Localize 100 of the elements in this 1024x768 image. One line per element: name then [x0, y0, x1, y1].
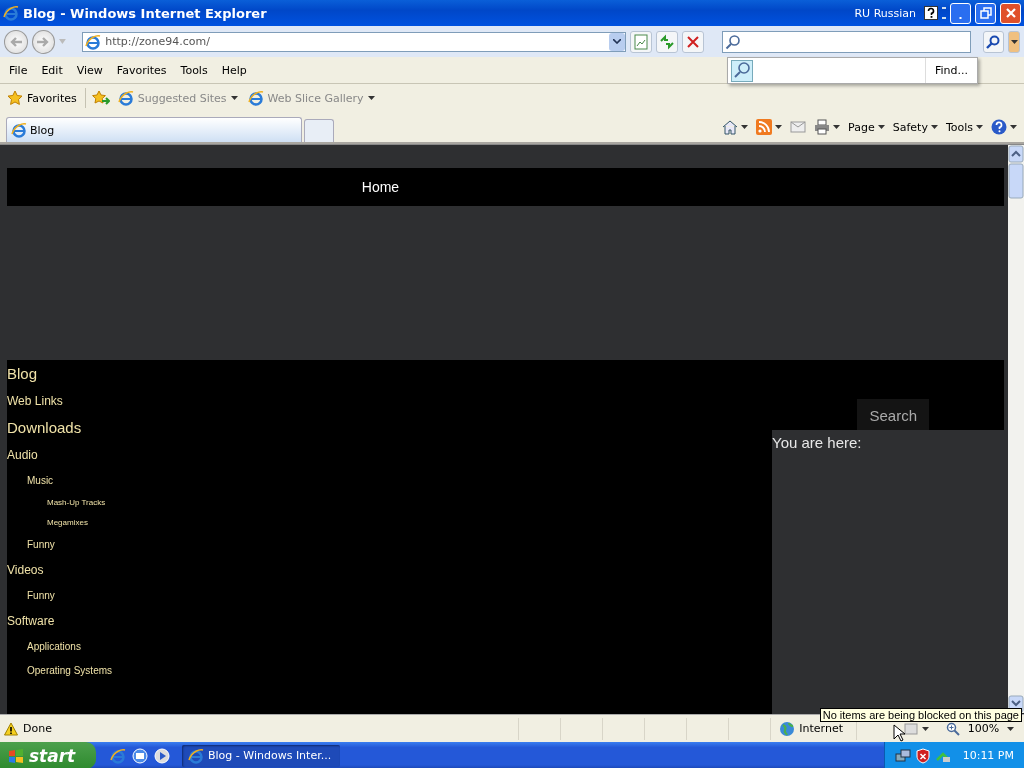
- sidebar-link[interactable]: Funny: [27, 538, 55, 550]
- house-icon: [722, 119, 739, 135]
- sidebar-link[interactable]: Applications: [27, 640, 81, 652]
- sidebar-link[interactable]: Videos: [7, 562, 44, 577]
- scrollbar[interactable]: [1008, 145, 1024, 713]
- favorites-button[interactable]: Favorites: [5, 88, 79, 108]
- help-icon[interactable]: [924, 6, 938, 20]
- nav-link[interactable]: Home: [357, 168, 404, 206]
- zoom-button[interactable]: 100%: [940, 721, 1020, 736]
- caret-icon: [877, 125, 885, 129]
- sidebar-link[interactable]: Software: [7, 613, 55, 628]
- feeds-button[interactable]: [755, 118, 784, 136]
- sidebar-link[interactable]: Music: [27, 474, 54, 486]
- warning-icon: [4, 721, 18, 736]
- url-text: http://zone94.com/: [105, 35, 211, 48]
- sidebar-heading-link[interactable]: Downloads: [7, 419, 82, 436]
- caret-icon: [367, 96, 375, 100]
- network-icon[interactable]: [894, 747, 911, 764]
- search-icon: [724, 33, 741, 50]
- chevron-down-icon: [613, 39, 622, 44]
- caret-icon: [775, 125, 783, 129]
- windows-flag-icon: [8, 747, 24, 764]
- status-text: Done: [23, 722, 52, 735]
- sidebar-link[interactable]: Audio: [7, 447, 38, 462]
- browser-launch-icon[interactable]: [110, 747, 126, 764]
- restore-button[interactable]: [975, 2, 996, 24]
- taskbar-window-button[interactable]: Blog - Windows Inter...: [182, 744, 340, 767]
- page-icon: [247, 90, 264, 106]
- search-icon[interactable]: [731, 59, 753, 82]
- globe-icon: [779, 720, 796, 737]
- command-menu-button[interactable]: Page: [847, 119, 886, 135]
- start-button[interactable]: start: [0, 742, 96, 768]
- caret-icon: [741, 125, 749, 129]
- command-menu-button[interactable]: Tools: [944, 119, 984, 135]
- address-dropdown-button[interactable]: [609, 32, 626, 51]
- menu-item[interactable]: View: [69, 61, 110, 79]
- command-menu-button[interactable]: Safety: [891, 119, 939, 135]
- add-to-favorites-bar-icon[interactable]: [91, 90, 110, 106]
- security-zone-label: Internet: [799, 722, 843, 735]
- help-icon: [991, 119, 1007, 135]
- browser-tab[interactable]: Blog: [6, 117, 302, 142]
- home-button[interactable]: [721, 118, 750, 136]
- restore-icon: [977, 5, 994, 21]
- search-button[interactable]: [982, 30, 1005, 53]
- language-indicator[interactable]: RU Russian: [854, 6, 916, 20]
- media-player-icon[interactable]: [154, 747, 170, 764]
- popup-blocker-icon: [904, 721, 918, 736]
- sidebar-link[interactable]: Megamixes: [47, 517, 88, 527]
- caret-icon: [930, 125, 938, 129]
- sidebar-link[interactable]: Web Links: [7, 393, 63, 408]
- caret-icon: [922, 726, 929, 731]
- menu-item[interactable]: Favorites: [109, 61, 174, 79]
- search-options-button[interactable]: [1008, 30, 1021, 53]
- caret-icon: [976, 125, 983, 129]
- print-button[interactable]: [813, 118, 842, 136]
- rss-icon: [756, 119, 773, 135]
- mail-app-icon[interactable]: [132, 747, 148, 764]
- caret-icon: [230, 96, 238, 100]
- minimize-icon: [957, 16, 964, 19]
- magnifier-plus-icon: [946, 721, 960, 736]
- menu-item[interactable]: Edit: [34, 61, 70, 79]
- mouse-cursor-icon: [893, 724, 905, 742]
- arrow-right-icon: [36, 35, 51, 48]
- sidebar-link[interactable]: Operating Systems: [27, 664, 113, 676]
- window-title: Blog - Windows Internet Explorer: [23, 5, 268, 21]
- printer-icon: [814, 119, 831, 135]
- caret-icon: [1010, 125, 1017, 129]
- sidebar-link[interactable]: Mash-Up Tracks: [47, 497, 106, 507]
- close-button[interactable]: [1000, 2, 1021, 24]
- caret-icon: [1010, 39, 1018, 44]
- star-icon: [7, 90, 23, 106]
- page-icon: [117, 90, 134, 106]
- refresh-arrows-icon: [658, 33, 675, 50]
- help-button[interactable]: [990, 118, 1018, 136]
- ie-logo-icon: [3, 5, 19, 21]
- menu-item[interactable]: File: [2, 61, 35, 79]
- search-field[interactable]: [721, 30, 971, 53]
- search-button[interactable]: Search: [857, 399, 929, 430]
- address-field[interactable]: http://zone94.com/: [82, 31, 627, 52]
- caret-icon: [1007, 726, 1014, 731]
- minimize-button[interactable]: [950, 2, 971, 24]
- tooltip: No items are being blocked on this page: [819, 708, 1022, 722]
- page-icon: [85, 33, 102, 50]
- breadcrumb-label: You are here:: [772, 433, 862, 451]
- envelope-icon: [790, 119, 807, 135]
- caret-icon: [833, 125, 841, 129]
- security-shield-icon[interactable]: [914, 747, 931, 764]
- menu-item[interactable]: Tools: [173, 61, 215, 79]
- refresh-button[interactable]: [656, 30, 678, 53]
- compatibility-icon: [633, 33, 650, 50]
- clock: 10:11 PM: [962, 749, 1014, 762]
- search-icon: [986, 34, 1001, 49]
- sidebar-link[interactable]: Funny: [27, 589, 55, 601]
- stop-icon: [684, 33, 701, 50]
- browser-icon: [188, 747, 204, 764]
- menu-item[interactable]: Help: [214, 61, 254, 79]
- tab-page-icon: [11, 122, 27, 138]
- find-button[interactable]: Find...: [924, 58, 977, 83]
- sidebar-heading-link[interactable]: Blog: [7, 365, 38, 382]
- stop-button[interactable]: [681, 30, 704, 53]
